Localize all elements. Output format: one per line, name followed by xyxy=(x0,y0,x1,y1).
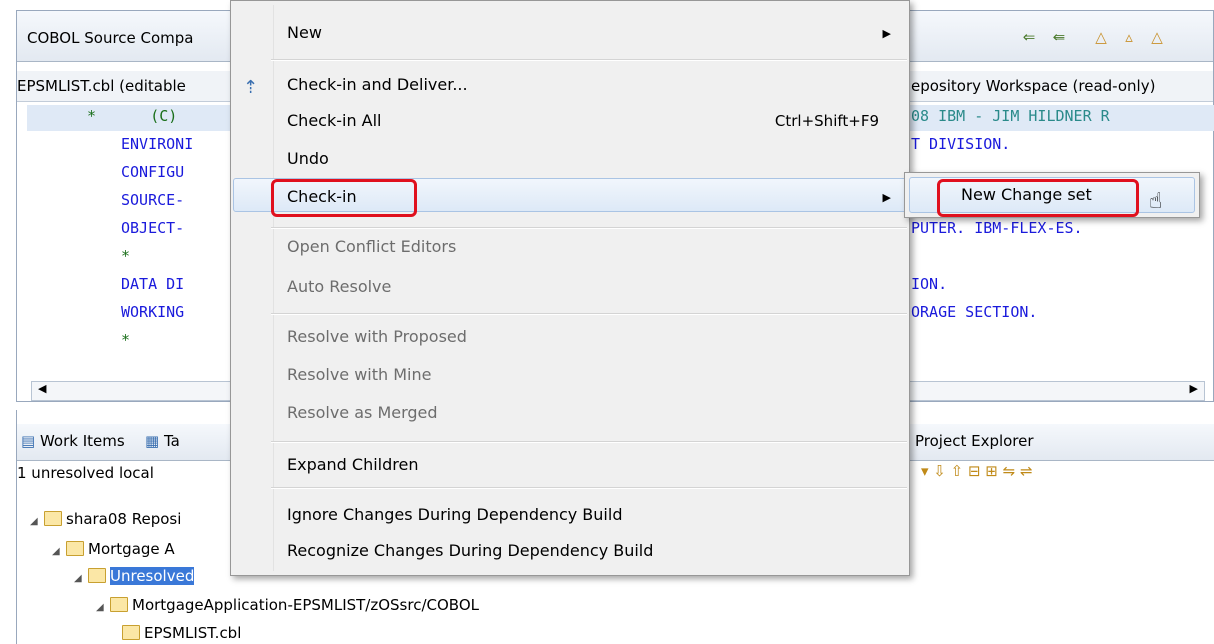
expand-twisty-icon[interactable]: ◢ xyxy=(30,516,40,527)
status-text: 1 unresolved local xyxy=(17,464,154,482)
tree-item-label: MortgageApplication-EPSMLIST/zOSsrc/COBO… xyxy=(132,596,479,614)
new-change-set-callout-box xyxy=(937,179,1139,217)
scroll-right-icon[interactable]: ▶ xyxy=(1190,382,1198,395)
tree-item[interactable]: ◢ Mortgage A xyxy=(52,540,175,558)
expand-twisty-icon[interactable]: ◢ xyxy=(74,573,84,584)
submenu-arrow-icon: ▶ xyxy=(882,27,891,40)
expand-twisty-icon[interactable]: ◢ xyxy=(52,546,62,557)
menu-item-auto-resolve: Auto Resolve xyxy=(287,277,392,296)
menu-separator xyxy=(271,487,907,489)
tree-item[interactable]: ◢ shara08 Reposi xyxy=(30,510,181,528)
code-line: OBJECT- xyxy=(121,219,185,237)
folder-icon xyxy=(110,597,128,612)
copy-all-left-icon[interactable]: ⇚ xyxy=(1047,25,1071,49)
code-line: DATA DI xyxy=(121,275,185,293)
check-in-submenu: New Change set ☝ xyxy=(904,172,1200,218)
tree-item-label: Unresolved xyxy=(110,567,195,585)
check-in-callout-box xyxy=(271,179,417,217)
menu-item-check-in-all[interactable]: Check-in All xyxy=(287,111,382,130)
tab-project-explorer[interactable]: Project Explorer xyxy=(915,432,1034,450)
scroll-left-icon[interactable]: ◀ xyxy=(38,382,46,395)
tree-item[interactable]: ◢ MortgageApplication-EPSMLIST/zOSsrc/COB… xyxy=(96,596,479,614)
folder-icon xyxy=(88,568,106,583)
tab-team[interactable]: ▦ Ta xyxy=(145,432,180,450)
menu-separator xyxy=(271,59,907,61)
folder-icon xyxy=(44,511,62,526)
menu-item-ignore-changes-during-dependency-build[interactable]: Ignore Changes During Dependency Build xyxy=(287,505,622,524)
menu-item-expand-children[interactable]: Expand Children xyxy=(287,455,419,474)
prev-change-icon[interactable]: ▵ xyxy=(1117,25,1141,49)
menu-separator xyxy=(271,313,907,315)
code-line: ION. xyxy=(911,275,948,293)
code-line: T DIVISION. xyxy=(911,135,1011,153)
code-line: ORAGE SECTION. xyxy=(911,303,1038,321)
context-menu: ⇡ New ▶ Check-in and Deliver... Check-in Al… xyxy=(230,0,910,576)
menu-item-open-conflict-editors: Open Conflict Editors xyxy=(287,237,457,256)
view-toolbar-icons[interactable]: ▾ ⇩ ⇧ ⊟ ⊞ ⇋ ⇌ xyxy=(921,462,1033,480)
work-items-icon: ▤ xyxy=(21,432,36,450)
editor-tab-title[interactable]: COBOL Source Compa xyxy=(27,29,194,47)
menu-item-resolve-with-mine: Resolve with Mine xyxy=(287,365,432,384)
next-change-icon[interactable]: △ xyxy=(1089,25,1113,49)
menu-item-resolve-as-merged: Resolve as Merged xyxy=(287,403,438,422)
code-line: * (C) xyxy=(87,107,178,125)
code-line: * xyxy=(121,247,131,265)
team-icon: ▦ xyxy=(145,432,160,450)
folder-icon xyxy=(66,541,84,556)
next-difference-icon[interactable]: △ xyxy=(1145,25,1169,49)
check-in-deliver-icon: ⇡ xyxy=(243,77,259,98)
tree-item[interactable]: EPSMLIST.cbl xyxy=(118,624,241,642)
code-line: * xyxy=(121,331,131,349)
menu-separator xyxy=(271,441,907,443)
menu-separator xyxy=(271,227,907,229)
menu-item-resolve-with-proposed: Resolve with Proposed xyxy=(287,327,467,346)
copy-right-to-left-icon[interactable]: ⇐ xyxy=(1017,25,1041,49)
menu-shortcut: Ctrl+Shift+F9 xyxy=(774,112,879,130)
code-line: ENVIRONI xyxy=(121,135,194,153)
code-line: 08 IBM - JIM HILDNER R xyxy=(911,107,1110,125)
menu-item-new[interactable]: New xyxy=(287,23,322,42)
menu-item-recognize-changes-during-dependency-build[interactable]: Recognize Changes During Dependency Buil… xyxy=(287,541,653,560)
menu-item-undo[interactable]: Undo xyxy=(287,149,329,168)
tree-item-label: shara08 Reposi xyxy=(66,510,182,528)
mouse-cursor-icon: ☝ xyxy=(1149,189,1163,214)
menu-item-check-in-and-deliver[interactable]: Check-in and Deliver... xyxy=(287,75,468,94)
file-icon xyxy=(122,625,140,640)
code-line: SOURCE- xyxy=(121,191,185,209)
tree-item-label: EPSMLIST.cbl xyxy=(144,624,242,642)
tab-work-items[interactable]: ▤ Work Items xyxy=(21,432,125,450)
tree-item[interactable]: ◢ Unresolved xyxy=(74,567,195,585)
code-line: PUTER. IBM-FLEX-ES. xyxy=(911,219,1083,237)
code-line: WORKING xyxy=(121,303,185,321)
tree-item-label: Mortgage A xyxy=(88,540,175,558)
expand-twisty-icon[interactable]: ◢ xyxy=(96,602,106,613)
submenu-arrow-icon: ▶ xyxy=(882,191,891,204)
right-pane-header: epository Workspace (read-only) xyxy=(911,77,1156,95)
left-pane-header: EPSMLIST.cbl (editable xyxy=(17,77,186,95)
code-line: CONFIGU xyxy=(121,163,185,181)
